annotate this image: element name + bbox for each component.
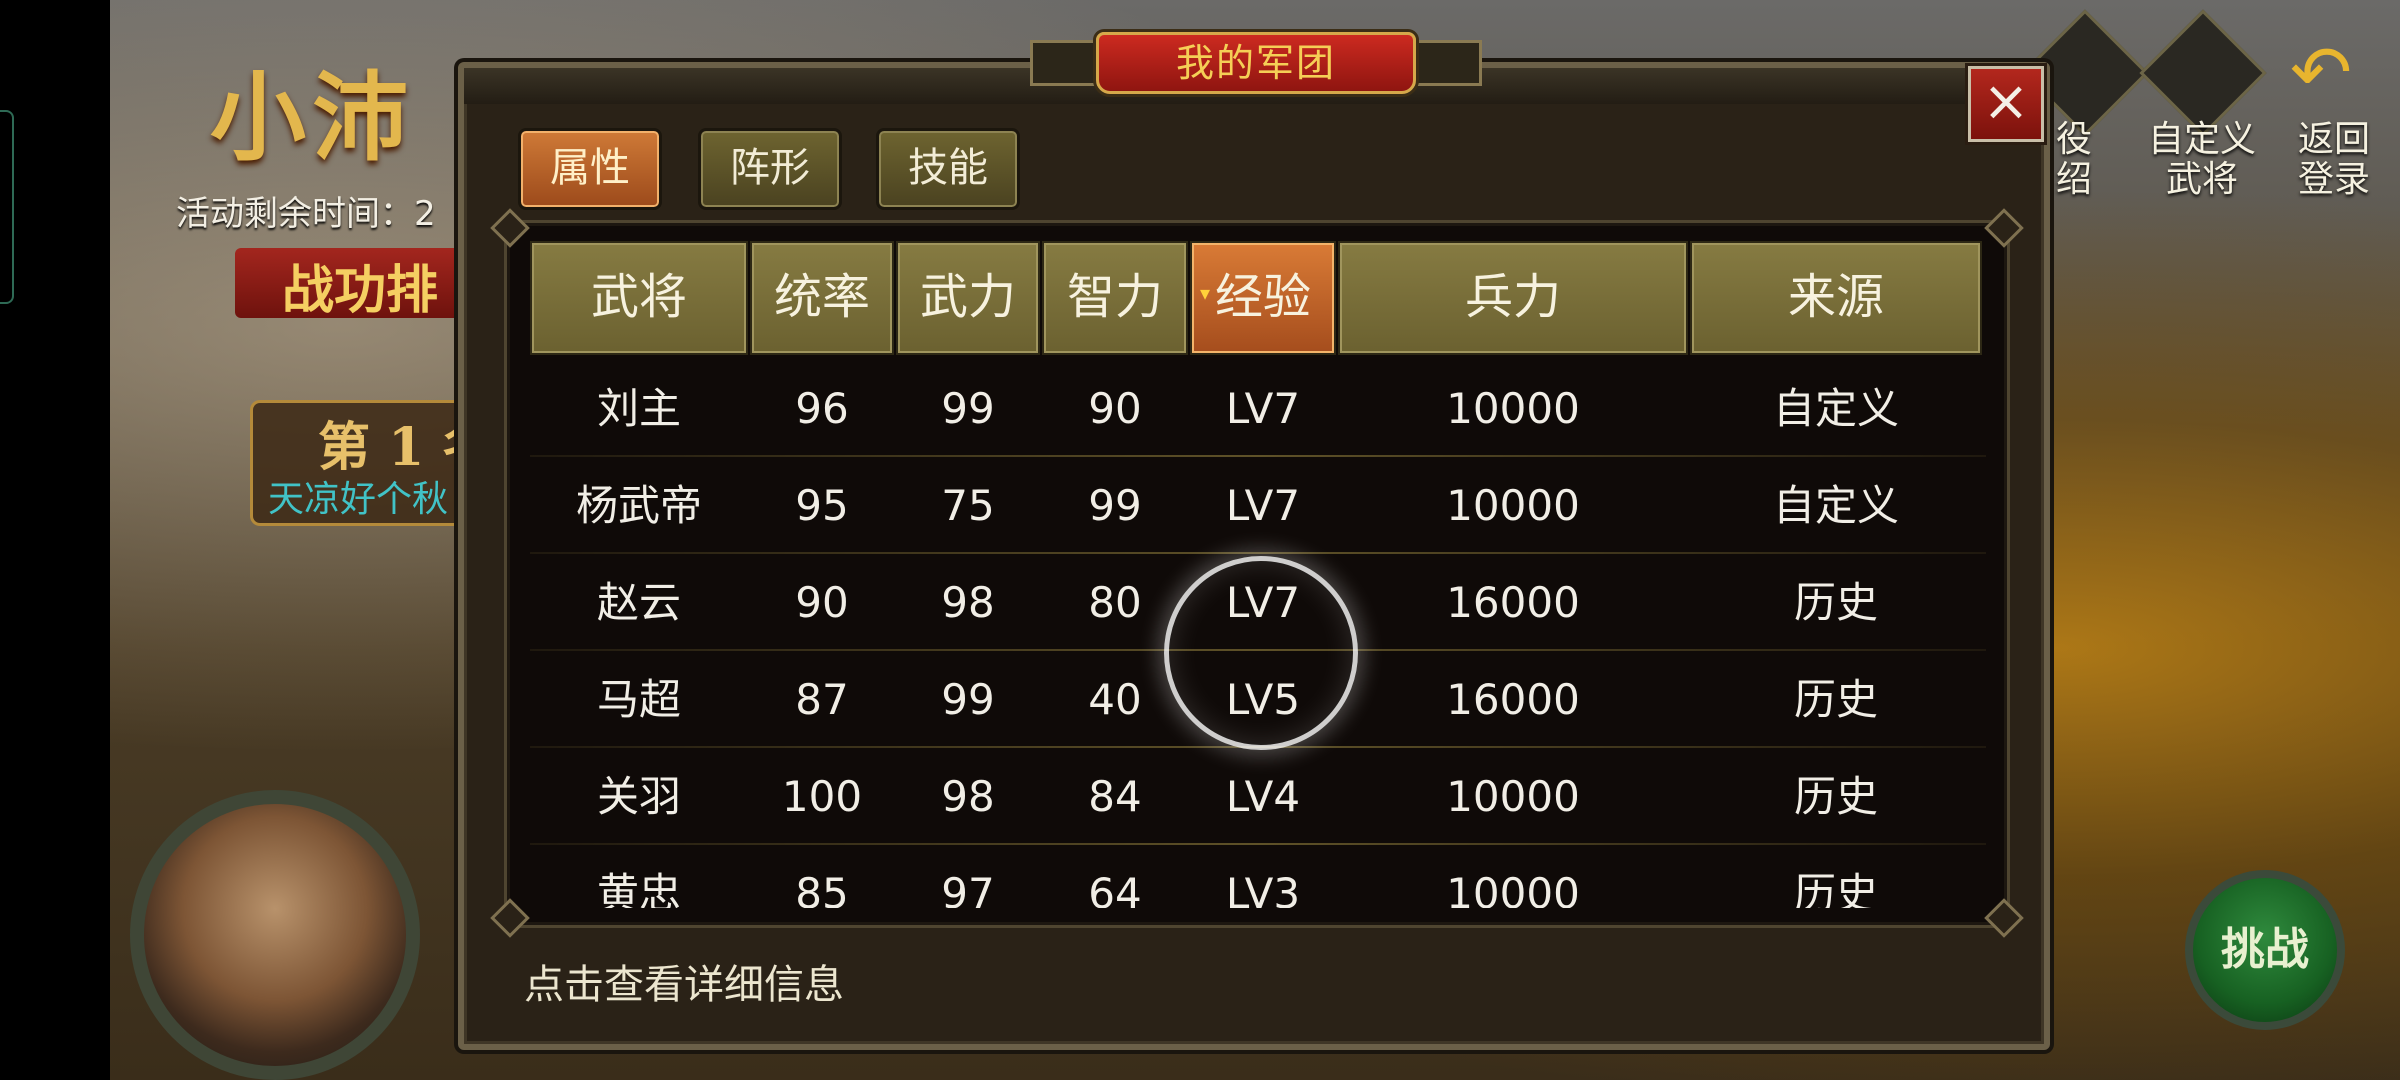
close-button[interactable]: ×	[1968, 66, 2044, 142]
cell-intellect: 80	[1088, 578, 1142, 627]
cell-source: 历史	[1793, 578, 1878, 627]
event-timer: 活动剩余时间：2	[176, 194, 436, 234]
cell-troops: 16000	[1446, 675, 1580, 724]
cell-experience: LV5	[1225, 675, 1301, 724]
cell-source: 自定义	[1772, 481, 1899, 530]
column-header-experience[interactable]: ▾ 经验	[1190, 241, 1336, 355]
cell-force: 99	[941, 675, 995, 724]
tab-formation[interactable]: 阵形	[698, 128, 842, 210]
cell-experience: LV7	[1225, 384, 1301, 433]
cell-leadership: 90	[795, 578, 849, 627]
general-portrait-avatar[interactable]	[130, 790, 420, 1080]
cell-leadership: 96	[795, 384, 849, 433]
title-ornament-right	[1412, 40, 1482, 86]
cell-intellect: 40	[1088, 675, 1142, 724]
table-row[interactable]: 黄忠 85 97 64 LV3 10000 历史	[530, 845, 1986, 908]
cell-experience: LV7	[1225, 481, 1301, 530]
cell-force: 98	[941, 578, 995, 627]
table-row[interactable]: 刘主 96 99 90 LV7 10000 自定义	[530, 360, 1986, 457]
cell-source: 历史	[1793, 772, 1878, 821]
cell-experience: LV3	[1225, 869, 1301, 908]
back-arrow-icon[interactable]: ↶	[2290, 30, 2352, 116]
column-header-general[interactable]: 武将	[530, 241, 748, 355]
cell-general: 黄忠	[596, 869, 681, 908]
table-row[interactable]: 马超 87 99 40 LV5 16000 历史	[530, 651, 1986, 748]
dialog-title-plate: 我的军团	[1096, 32, 1416, 94]
column-header-force[interactable]: 武力	[896, 241, 1040, 355]
view-details-hint[interactable]: 点击查看详细信息	[524, 952, 844, 1010]
player-name: 天凉好个秋	[268, 479, 449, 520]
cell-troops: 10000	[1446, 384, 1580, 433]
event-title: 小沛	[210, 61, 414, 174]
cell-intellect: 90	[1088, 384, 1142, 433]
cell-general: 杨武帝	[575, 481, 702, 530]
column-header-source[interactable]: 来源	[1690, 241, 1982, 355]
menu-custom-general-label[interactable]: 自定义 武将	[2148, 120, 2256, 200]
cell-force: 97	[941, 869, 995, 908]
cell-source: 历史	[1793, 675, 1878, 724]
cell-experience: LV4	[1225, 772, 1301, 821]
cell-general: 马超	[596, 675, 681, 724]
column-header-troops[interactable]: 兵力	[1338, 241, 1688, 355]
cell-intellect: 84	[1088, 772, 1142, 821]
cell-troops: 10000	[1446, 481, 1580, 530]
cell-troops: 10000	[1446, 772, 1580, 821]
generals-table-body[interactable]: 刘主 96 99 90 LV7 10000 自定义 杨武帝 95 75 99 L…	[530, 360, 1986, 908]
dialog-title: 我的军团	[1175, 41, 1336, 85]
tab-skills[interactable]: 技能	[876, 128, 1020, 210]
cell-leadership: 87	[795, 675, 849, 724]
menu-battle-label[interactable]: 役绍	[2056, 120, 2092, 200]
left-edge-tab[interactable]	[0, 110, 14, 304]
cell-general: 关羽	[596, 772, 681, 821]
challenge-button[interactable]: 挑战	[2185, 870, 2345, 1030]
tab-attributes[interactable]: 属性	[518, 128, 662, 210]
cell-source: 历史	[1793, 869, 1878, 908]
cell-leadership: 95	[795, 481, 849, 530]
cell-troops: 16000	[1446, 578, 1580, 627]
table-row[interactable]: 关羽 100 98 84 LV4 10000 历史	[530, 748, 1986, 845]
table-row[interactable]: 杨武帝 95 75 99 LV7 10000 自定义	[530, 457, 1986, 554]
sort-desc-icon: ▾	[1200, 281, 1211, 305]
column-header-leadership[interactable]: 统率	[750, 241, 894, 355]
cell-source: 自定义	[1772, 384, 1899, 433]
cell-intellect: 64	[1088, 869, 1142, 908]
cell-force: 75	[941, 481, 995, 530]
menu-return-login-label[interactable]: 返回 登录	[2298, 120, 2370, 200]
rank-banner-text: 战功排	[282, 260, 439, 321]
column-header-intellect[interactable]: 智力	[1042, 241, 1188, 355]
cell-force: 99	[941, 384, 995, 433]
cell-general: 刘主	[596, 384, 681, 433]
cell-intellect: 99	[1088, 481, 1142, 530]
cell-troops: 10000	[1446, 869, 1580, 908]
cell-force: 98	[941, 772, 995, 821]
cell-leadership: 100	[781, 772, 863, 821]
table-row[interactable]: 赵云 90 98 80 LV7 16000 历史	[530, 554, 1986, 651]
cell-leadership: 85	[795, 869, 849, 908]
cell-experience: LV7	[1225, 578, 1301, 627]
cell-general: 赵云	[596, 578, 681, 627]
title-ornament-left	[1030, 40, 1100, 86]
